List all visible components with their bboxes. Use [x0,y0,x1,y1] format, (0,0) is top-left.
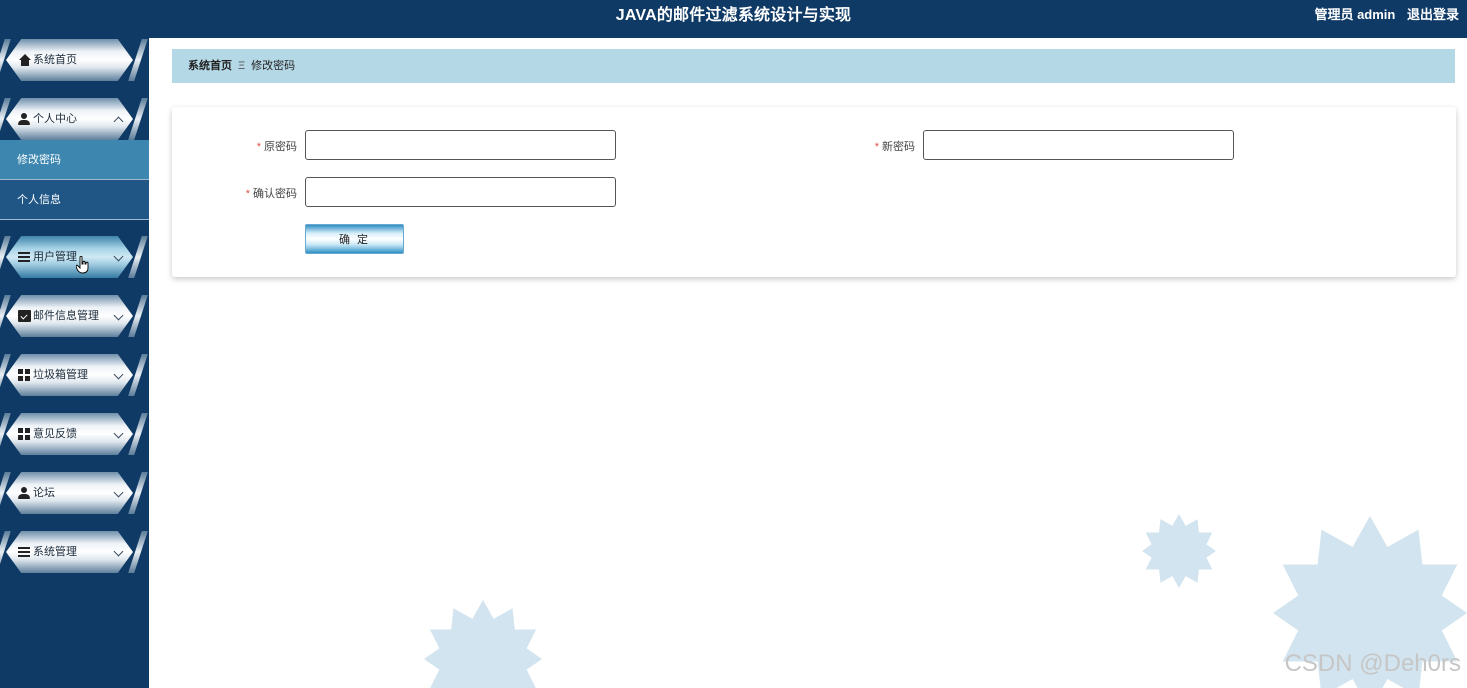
logout-link[interactable]: 退出登录 [1407,7,1459,22]
old-password-label-text: 原密码 [264,141,297,153]
app-title: JAVA的邮件过滤系统设计与实现 [615,7,852,24]
decorative-star [424,600,542,688]
submenu-personal-info[interactable]: 个人信息 [0,180,149,220]
list-icon [18,546,31,558]
breadcrumb-current: 修改密码 [251,60,296,72]
confirm-password-label: * 确认密码 [222,185,297,201]
breadcrumb-separator: Ξ [238,60,246,72]
required-mark: * [256,141,261,153]
confirm-password-label-text: 确认密码 [253,188,297,200]
sidebar-item-label: 垃圾箱管理 [33,369,88,381]
old-password-input[interactable] [305,130,616,160]
sidebar-item-mail-info[interactable]: 邮件信息管理 [0,295,148,337]
change-password-form: * 原密码 * 新密码 * 确认密码 确 定 [172,107,1456,277]
sidebar-item-feedback[interactable]: 意见反馈 [0,413,148,455]
required-mark: * [874,141,879,153]
top-header: JAVA的邮件过滤系统设计与实现 管理员 admin 退出登录 [0,0,1467,38]
grid-icon [18,369,31,381]
new-password-label: * 新密码 [850,138,915,154]
sidebar-item-trash[interactable]: 垃圾箱管理 [0,354,148,396]
confirm-password-input[interactable] [305,177,616,207]
confirm-button[interactable]: 确 定 [305,224,404,254]
sidebar-item-label: 系统首页 [33,54,77,66]
current-user-label: 管理员 admin [1314,7,1396,22]
home-icon [18,54,31,66]
decorative-star [1142,514,1216,588]
sidebar-item-label: 系统管理 [33,546,77,558]
grid-icon [18,428,31,440]
sidebar-item-label: 意见反馈 [33,428,77,440]
user-area: 管理员 admin 退出登录 [1306,0,1459,30]
sidebar-item-forum[interactable]: 论坛 [0,472,148,514]
clipboard-icon [18,310,31,322]
sidebar-item-label: 论坛 [33,487,55,499]
sidebar-item-home[interactable]: 系统首页 [0,39,148,81]
user-icon [18,487,31,499]
sidebar-item-label: 个人中心 [33,113,77,125]
sidebar-item-user-management[interactable]: 用户管理 [0,236,148,278]
sidebar-item-system-management[interactable]: 系统管理 [0,531,148,573]
user-icon [18,113,31,125]
breadcrumb: 系统首页 Ξ 修改密码 [172,49,1455,83]
list-icon [18,251,31,263]
required-mark: * [245,188,250,200]
watermark-text: CSDN @Deh0rs [1284,650,1461,677]
new-password-input[interactable] [923,130,1234,160]
breadcrumb-home-link[interactable]: 系统首页 [188,60,232,72]
old-password-label: * 原密码 [232,138,297,154]
sidebar-item-personal-center[interactable]: 个人中心 [0,98,148,140]
sidebar-item-label: 用户管理 [33,251,77,263]
submenu-change-password[interactable]: 修改密码 [0,140,149,180]
hand-cursor-icon [76,256,89,274]
sidebar-item-label: 邮件信息管理 [33,310,99,322]
new-password-label-text: 新密码 [882,141,915,153]
